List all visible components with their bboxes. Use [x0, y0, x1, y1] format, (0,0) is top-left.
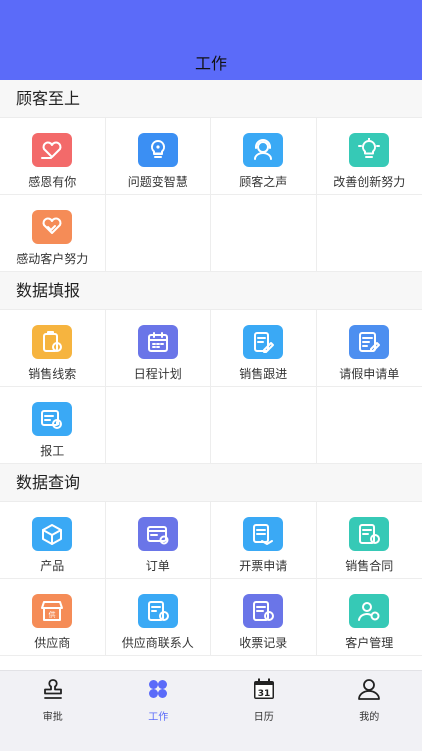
section-data-entry: 数据填报 销售线索 日程计划 销售跟进 请假申请单报工 — [0, 272, 422, 464]
section-grid: 产品订单开票申请销售合同供供应商供应商联系人收票记录客户管理 — [0, 502, 422, 656]
grid-item[interactable]: 客户管理 — [317, 579, 422, 656]
tab-label: 日历 — [254, 708, 274, 723]
tab-clover[interactable]: 工作 — [106, 671, 212, 751]
invoice-stack-icon — [243, 517, 283, 551]
calendar-31-icon: 31 — [251, 677, 277, 705]
grid-empty-cell — [317, 195, 422, 272]
grid-empty-cell — [106, 195, 212, 272]
supplier-contact-icon — [138, 594, 178, 628]
grid-item-label: 订单 — [146, 557, 170, 574]
lightbulb-icon — [349, 133, 389, 167]
grid-item[interactable]: 收票记录 — [211, 579, 317, 656]
svg-text:31: 31 — [257, 689, 270, 699]
grid-item[interactable]: 销售跟进 — [211, 310, 317, 387]
grid-item[interactable]: 订单 — [106, 502, 212, 579]
section-title: 数据查询 — [0, 464, 422, 502]
calendar-icon — [138, 325, 178, 359]
grid-item[interactable]: 感恩有你 — [0, 118, 106, 195]
user-icon — [356, 677, 382, 705]
grid-empty-cell — [317, 387, 422, 464]
document-edit-icon — [243, 325, 283, 359]
grid-empty-cell — [211, 387, 317, 464]
grid-item-label: 顾客之声 — [239, 173, 287, 190]
tab-calendar-31[interactable]: 31 日历 — [211, 671, 317, 751]
grid-item[interactable]: 请假申请单 — [317, 310, 422, 387]
grid-item[interactable]: 报工 — [0, 387, 106, 464]
grid-item-label: 感恩有你 — [28, 173, 76, 190]
grid-item[interactable]: 开票申请 — [211, 502, 317, 579]
box-icon — [32, 517, 72, 551]
grid-item[interactable]: 销售线索 — [0, 310, 106, 387]
tab-user[interactable]: 我的 — [317, 671, 422, 751]
grid-item-label: 日程计划 — [134, 365, 182, 382]
section-data-query: 数据查询 产品订单开票申请销售合同供供应商供应商联系人收票记录客户管理 — [0, 464, 422, 656]
receipt-coin-icon — [243, 594, 283, 628]
headset-icon — [243, 133, 283, 167]
grid-item-label: 报工 — [40, 442, 64, 459]
section-title: 数据填报 — [0, 272, 422, 310]
grid-empty-cell — [211, 195, 317, 272]
form-edit-icon — [349, 325, 389, 359]
grid-item[interactable]: 问题变智慧 — [106, 118, 212, 195]
section-grid: 感恩有你 问题变智慧 顾客之声 改善创新努力感动客户努力 — [0, 118, 422, 272]
grid-item[interactable]: 感动客户努力 — [0, 195, 106, 272]
grid-item-label: 供应商 — [34, 634, 70, 651]
clover-icon — [145, 677, 171, 705]
section-customer: 顾客至上 感恩有你 问题变智慧 顾客之声 改善创新努力感动客户努力 — [0, 80, 422, 272]
grid-item[interactable]: 供供应商 — [0, 579, 106, 656]
grid-item-label: 请假申请单 — [339, 365, 399, 382]
grid-item-label: 销售合同 — [345, 557, 393, 574]
svg-text:供: 供 — [49, 610, 56, 619]
grid-item[interactable]: 日程计划 — [106, 310, 212, 387]
tab-label: 工作 — [148, 708, 168, 723]
grid-item-label: 感动客户努力 — [16, 250, 88, 267]
grid-item[interactable]: 销售合同 — [317, 502, 422, 579]
clipboard-coin-icon — [32, 325, 72, 359]
grid-empty-cell — [106, 387, 212, 464]
grid-item-label: 客户管理 — [345, 634, 393, 651]
grid-item-label: 开票申请 — [239, 557, 287, 574]
grid-item[interactable]: 产品 — [0, 502, 106, 579]
section-grid: 销售线索 日程计划 销售跟进 请假申请单报工 — [0, 310, 422, 464]
grid-item-label: 改善创新努力 — [333, 173, 405, 190]
grid-item[interactable]: 供应商联系人 — [106, 579, 212, 656]
page-title: 工作 — [0, 50, 422, 74]
store-icon: 供 — [32, 594, 72, 628]
contract-star-icon — [349, 517, 389, 551]
section-title: 顾客至上 — [0, 80, 422, 118]
tab-stamp[interactable]: 审批 — [0, 671, 106, 751]
grid-item-label: 销售跟进 — [239, 365, 287, 382]
report-clock-icon — [32, 402, 72, 436]
heart-hand-icon — [32, 133, 72, 167]
grid-item-label: 问题变智慧 — [128, 173, 188, 190]
stamp-icon — [40, 677, 66, 705]
bottom-tab-bar: 审批 工作 31 日历 我的 — [0, 670, 422, 751]
work-content[interactable]: 顾客至上 感恩有你 问题变智慧 顾客之声 改善创新努力感动客户努力 数据填报 销售线索… — [0, 80, 422, 670]
grid-item[interactable]: 顾客之声 — [211, 118, 317, 195]
app-header: 工作 — [0, 0, 422, 80]
grid-item[interactable]: 改善创新努力 — [317, 118, 422, 195]
customer-gear-icon — [349, 594, 389, 628]
grid-item-label: 产品 — [40, 557, 64, 574]
grid-item-label: 供应商联系人 — [122, 634, 194, 651]
lightbulb-gear-icon — [138, 133, 178, 167]
tab-label: 审批 — [43, 708, 63, 723]
grid-item-label: 收票记录 — [239, 634, 287, 651]
order-icon — [138, 517, 178, 551]
handshake-heart-icon — [32, 210, 72, 244]
grid-item-label: 销售线索 — [28, 365, 76, 382]
tab-label: 我的 — [359, 708, 379, 723]
